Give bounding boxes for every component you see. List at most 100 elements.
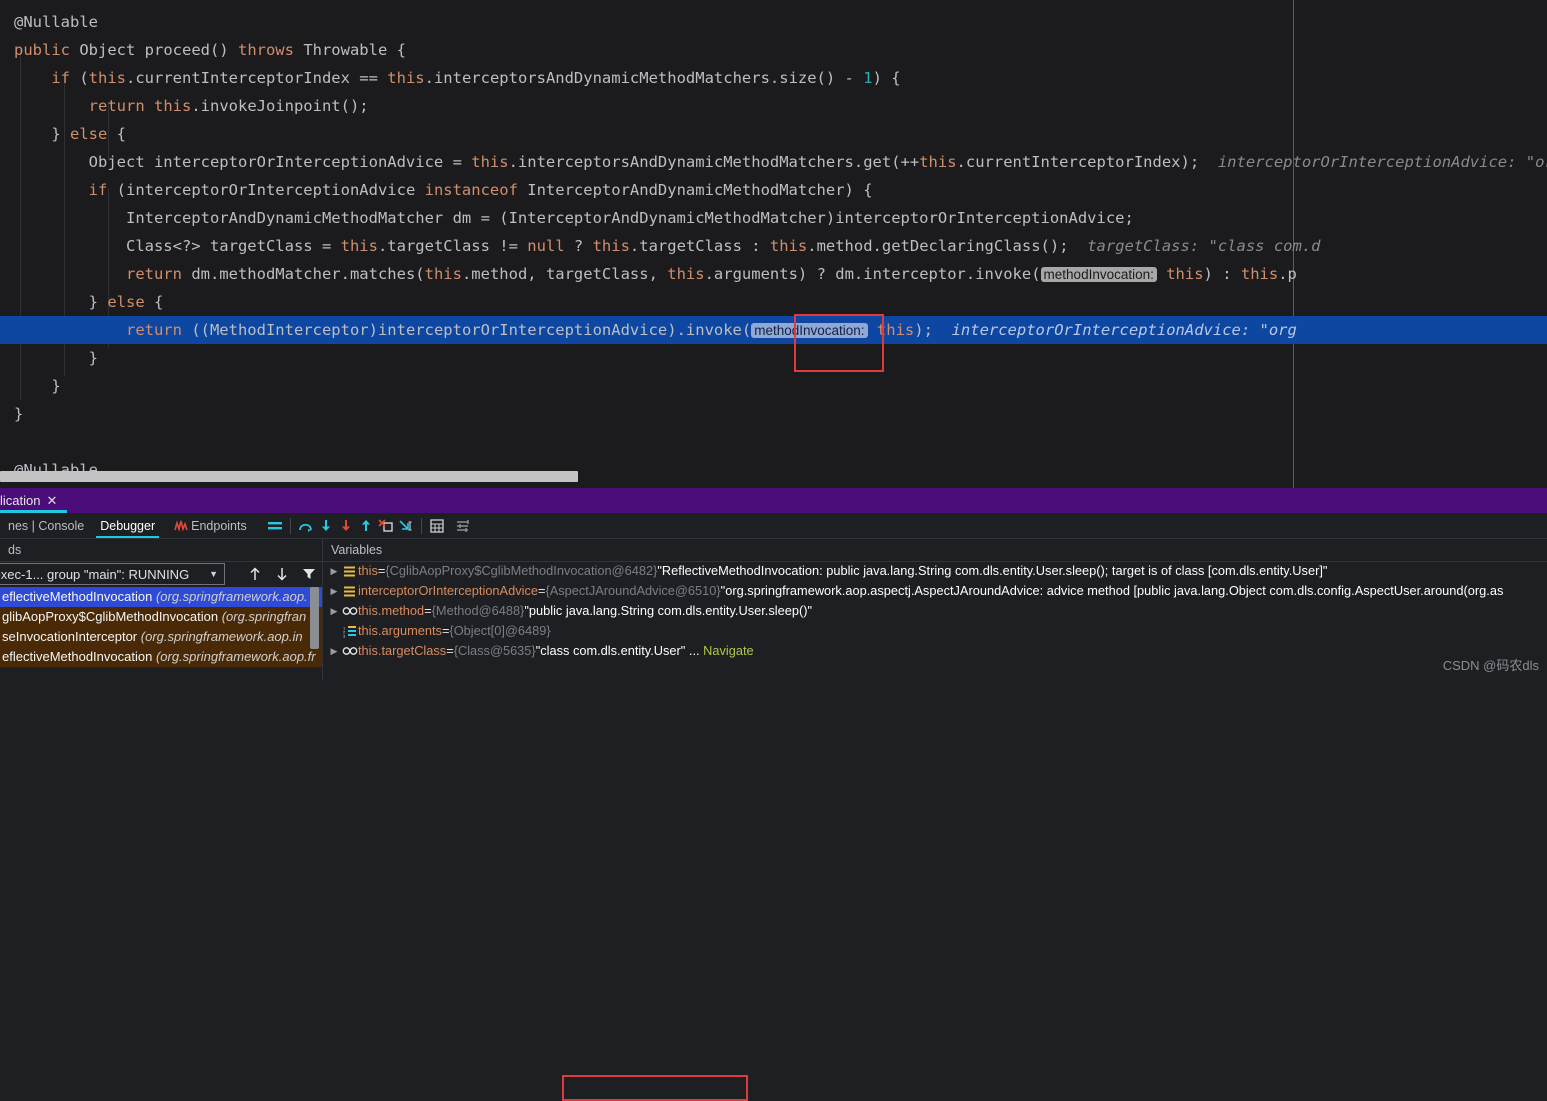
frame-method: seInvocationInterceptor [2,629,138,644]
variables-pane-header: Variables [323,538,1547,562]
code-line[interactable]: return this.invokeJoinpoint(); [0,92,1547,120]
editor-horizontal-scrollbar[interactable] [0,471,578,482]
settings-layout-icon[interactable] [453,516,473,536]
toolbar-separator [289,517,291,534]
variable-value: "public java.lang.String com.dls.entity.… [524,603,813,618]
variable-equals: = [377,563,386,578]
frame-package: (org.springfran [221,609,307,624]
frame-package: (org.springframework.aop.in [140,629,303,644]
inline-parameter-hint: methodInvocation: [1040,267,1157,282]
object-icon [341,565,358,578]
variable-value: "ReflectiveMethodInvocation: public java… [657,563,1328,578]
variable-name: this.method [358,603,425,618]
expand-arrow-icon[interactable]: ▶ [327,641,341,661]
debugger-toolbar[interactable]: nes | Console Debugger Endpoints [0,513,1547,539]
frames-pane-header: ds [0,538,330,562]
code-line[interactable]: return dm.methodMatcher.matches(this.met… [0,260,1547,288]
code-line[interactable] [0,428,1547,456]
object-icon [341,585,358,598]
watermark: CSDN @码农dls [1442,658,1539,673]
navigate-link[interactable]: Navigate [700,641,754,661]
frame-item[interactable]: eflectiveMethodInvocation (org.springfra… [0,647,322,667]
run-tab-bar: lication ✕ [0,488,1547,513]
code-line[interactable]: } [0,400,1547,428]
thread-selector[interactable]: 1-exec-1... group "main": RUNNING ▼ [0,563,225,585]
code-line[interactable]: InterceptorAndDynamicMethodMatcher dm = … [0,204,1547,232]
code-line[interactable]: return ((MethodInterceptor)interceptorOr… [0,316,1547,344]
ide-window: @Nullable public Object proceed() throws … [0,0,1547,1101]
frame-item[interactable]: eflectiveMethodInvocation (org.springfra… [0,587,322,607]
frames-list[interactable]: eflectiveMethodInvocation (org.springfra… [0,587,322,680]
filter-icon[interactable] [299,564,319,584]
variable-name: this.arguments [358,623,442,638]
endpoints-icon [171,516,191,536]
field-icon [341,605,358,617]
frame-package: (org.springframework.aop. [155,589,308,604]
variable-ref: {Class@5635} [453,643,536,658]
frame-method: eflectiveMethodInvocation [2,589,153,604]
variable-ref: {Method@6488} [431,603,525,618]
expand-arrow-icon[interactable]: ▶ [327,561,341,581]
variable-equals: = [441,623,450,638]
variable-equals: = [424,603,432,618]
frame-package: (org.springframework.aop.fr [155,649,316,664]
variable-ref: {AspectJAroundAdvice@6510} [545,583,721,598]
code-editor[interactable]: @Nullable public Object proceed() throws … [0,0,1547,488]
variable-row[interactable]: ▶ this.method = {Method@6488} "public jav… [323,601,1547,621]
expand-arrow-icon[interactable]: ▶ [327,601,341,621]
frame-item[interactable]: glibAopProxy$CglibMethodInvocation (org.… [0,607,322,627]
frames-vertical-scrollbar[interactable] [310,587,319,649]
frame-item[interactable]: seInvocationInterceptor (org.springframe… [0,627,322,647]
variable-value: "class com.dls.entity.User" ... [535,643,700,658]
tab-console[interactable]: nes | Console [0,513,92,538]
frame-method: eflectiveMethodInvocation [2,649,153,664]
expand-arrow-icon[interactable]: ▶ [327,581,341,601]
code-line[interactable]: Object interceptorOrInterceptionAdvice =… [0,148,1547,176]
code-text[interactable]: @Nullable public Object proceed() throws … [0,8,1547,484]
debug-panel: lication ✕ nes | Console Debugger Endpoi… [0,488,1547,1101]
tab-debugger[interactable]: Debugger [92,513,163,538]
code-line[interactable]: } else { [0,288,1547,316]
code-line[interactable]: } [0,372,1547,400]
annotation-box-advice-ref [562,1075,748,1101]
close-icon[interactable]: ✕ [46,494,57,507]
variable-ref: {Object[0]@6489} [449,623,551,638]
variable-row[interactable]: 1 2 3 this.arguments = {Object[0]@6489} [323,621,1547,641]
variable-row[interactable]: ▶ interceptorOrInterceptionAdvice = {Aspe… [323,581,1547,601]
variable-row[interactable]: ▶ this.targetClass = {Class@5635} "class … [323,641,1547,661]
variable-value: "org.springframework.aop.aspectj.AspectJ… [720,583,1504,598]
code-line[interactable]: } [0,344,1547,372]
step-into-icon[interactable] [316,516,336,536]
toolbar-separator [420,517,422,534]
code-line[interactable]: public Object proceed() throws Throwable… [0,36,1547,64]
chevron-down-icon: ▼ [209,569,218,579]
variable-equals: = [537,583,546,598]
step-over-icon[interactable] [296,516,316,536]
variable-equals: = [446,643,454,658]
variable-name: this.targetClass [358,643,447,658]
tab-endpoints[interactable]: Endpoints [163,513,255,538]
code-line[interactable]: } else { [0,120,1547,148]
step-out-icon[interactable] [356,516,376,536]
code-line[interactable]: Class<?> targetClass = this.targetClass … [0,232,1547,260]
up-arrow-icon[interactable] [245,564,265,584]
code-line[interactable]: @Nullable [0,8,1547,36]
code-line[interactable]: if (this.currentInterceptorIndex == this… [0,64,1547,92]
field-icon [341,645,358,657]
frames-toolbar: 1-exec-1... group "main": RUNNING ▼ [0,561,322,587]
evaluate-expression-icon[interactable] [427,516,447,536]
thread-selector-value: 1-exec-1... group "main": RUNNING [0,566,190,582]
tab-endpoints-label: Endpoints [191,518,247,533]
variable-ref: {CglibAopProxy$CglibMethodInvocation@648… [385,563,658,578]
mute-breakpoints-icon[interactable] [265,516,285,536]
run-tab-label: lication [0,493,41,508]
run-to-cursor-icon[interactable] [396,516,416,536]
frame-method: glibAopProxy$CglibMethodInvocation [2,609,219,624]
variable-name: interceptorOrInterceptionAdvice [358,583,538,598]
force-step-into-icon[interactable] [336,516,356,536]
drop-frame-icon[interactable] [376,516,396,536]
variables-list[interactable]: ▶ this = {CglibAopProxy$CglibMethodInvoca… [323,561,1547,680]
down-arrow-icon[interactable] [272,564,292,584]
code-line[interactable]: if (interceptorOrInterceptionAdvice inst… [0,176,1547,204]
variable-row[interactable]: ▶ this = {CglibAopProxy$CglibMethodInvoca… [323,561,1547,581]
